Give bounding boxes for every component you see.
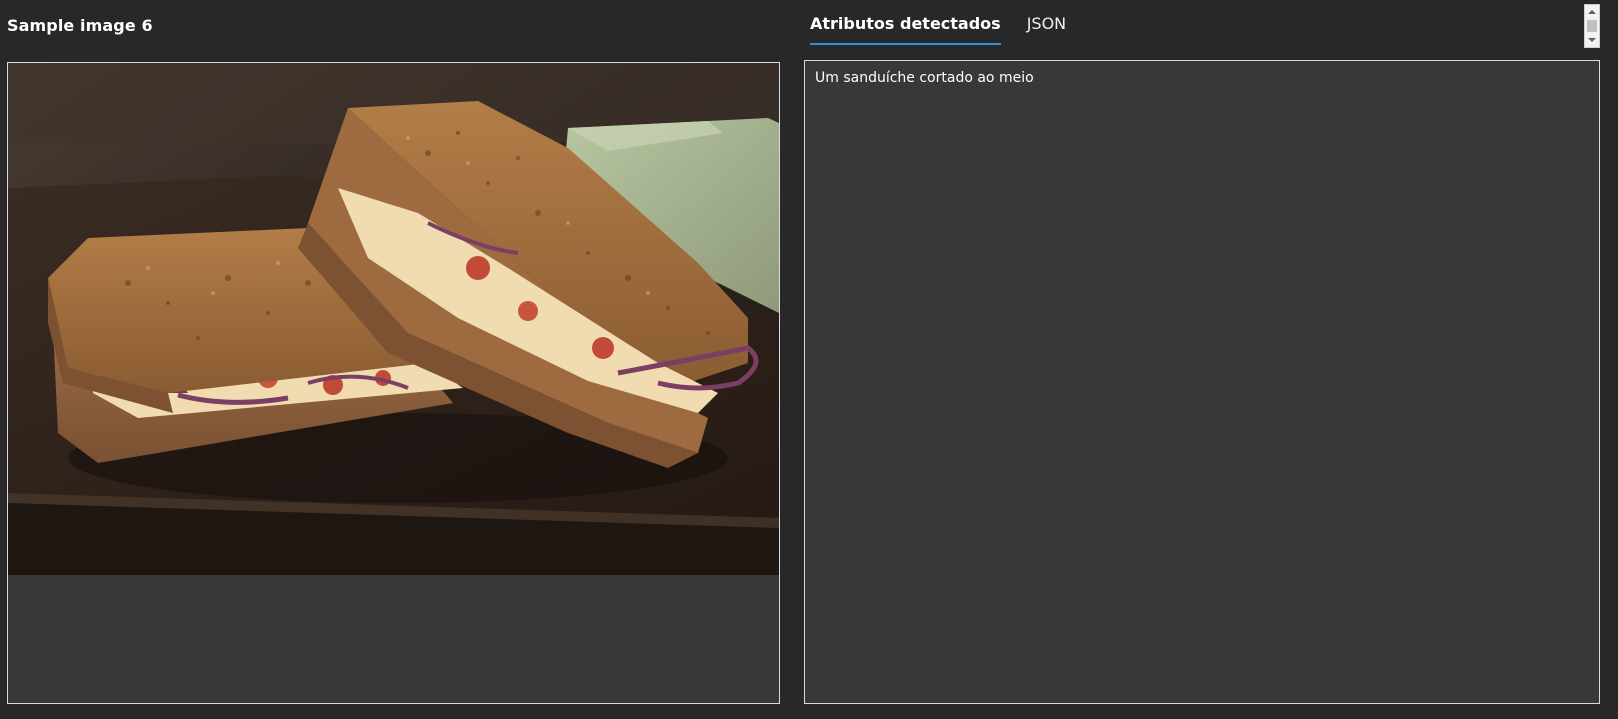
image-caption-text: Um sanduíche cortado ao meio xyxy=(815,70,1034,86)
app-window: Sample image 6 Atributos detectados JSON xyxy=(0,0,1618,719)
result-tabs: Atributos detectados JSON xyxy=(810,14,1066,45)
vertical-scrollbar[interactable] xyxy=(1584,4,1600,48)
tab-json[interactable]: JSON xyxy=(1027,14,1066,45)
sandwich-photo xyxy=(8,63,779,575)
scroll-thumb[interactable] xyxy=(1587,20,1597,32)
sample-image-panel xyxy=(7,62,780,704)
sample-image-title: Sample image 6 xyxy=(7,16,153,35)
scroll-up-icon[interactable] xyxy=(1588,10,1596,14)
detected-attributes-panel: Um sanduíche cortado ao meio xyxy=(804,60,1600,704)
scroll-down-icon[interactable] xyxy=(1588,38,1596,42)
tab-detected-attributes[interactable]: Atributos detectados xyxy=(810,14,1001,45)
